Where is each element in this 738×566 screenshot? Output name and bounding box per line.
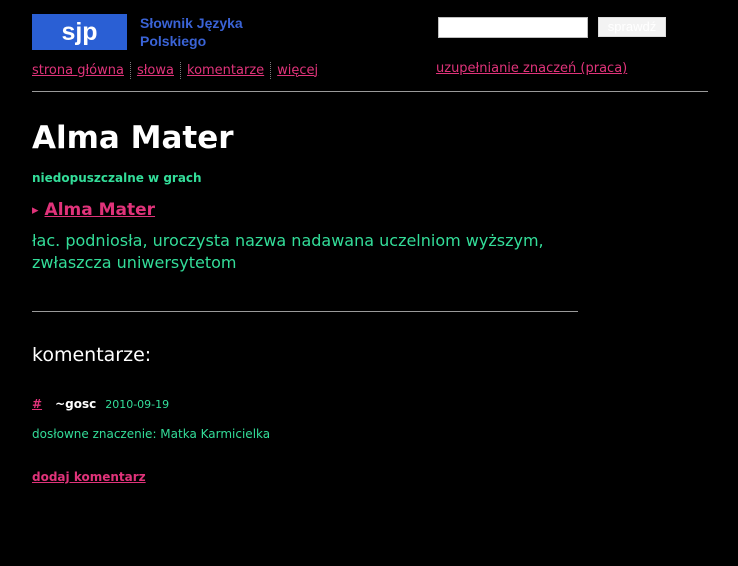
meaning-title-link[interactable]: Alma Mater	[45, 200, 156, 220]
entry-title: Alma Mater	[32, 120, 234, 156]
comment-author: ~gosc	[55, 397, 97, 411]
search-input[interactable]	[438, 17, 588, 38]
nav-link-meanings-work[interactable]: uzupełnianie znaczeń (praca)	[436, 60, 627, 78]
nav-separator	[129, 61, 131, 79]
comments-heading: komentarze:	[32, 344, 152, 366]
triangle-right-icon: ▸	[32, 202, 39, 218]
site-logo[interactable]: sjp	[32, 14, 127, 50]
nav-link-more[interactable]: więcej	[277, 63, 318, 78]
nav-separator	[180, 61, 181, 79]
comment-text: dosłowne znaczenie: Matka Karmicielka	[32, 427, 271, 441]
nav-link-home[interactable]: strona główna	[32, 63, 124, 78]
comment-permalink[interactable]: #	[32, 397, 42, 411]
nav-link-comments[interactable]: komentarze	[187, 63, 264, 78]
site-name[interactable]: Słownik Języka Polskiego	[140, 14, 280, 50]
nav-link-words[interactable]: słowa	[137, 63, 174, 78]
comment-date: 2010-09-19	[105, 397, 170, 411]
site-name-line1: Słownik Języka	[140, 15, 243, 31]
nav-separator	[270, 61, 272, 79]
add-comment-link[interactable]: dodaj komentarz	[32, 469, 146, 485]
search-button[interactable]: sprawdź	[598, 17, 666, 37]
comment-meta: # ~gosc 2010-09-19	[32, 396, 169, 412]
meaning-header: ▸ Alma Mater	[32, 198, 155, 222]
entry-note: niedopuszczalne w grach	[32, 171, 202, 185]
header-divider	[32, 91, 708, 92]
entry-definition: łac. podniosła, uroczysta nazwa nadawana…	[32, 231, 544, 272]
site-name-line2: Polskiego	[140, 33, 207, 49]
main-nav: strona główna słowa komentarze więcej	[32, 60, 318, 80]
page: sjp Słownik Języka Polskiego sprawdź str…	[0, 0, 738, 566]
section-divider	[32, 311, 578, 312]
